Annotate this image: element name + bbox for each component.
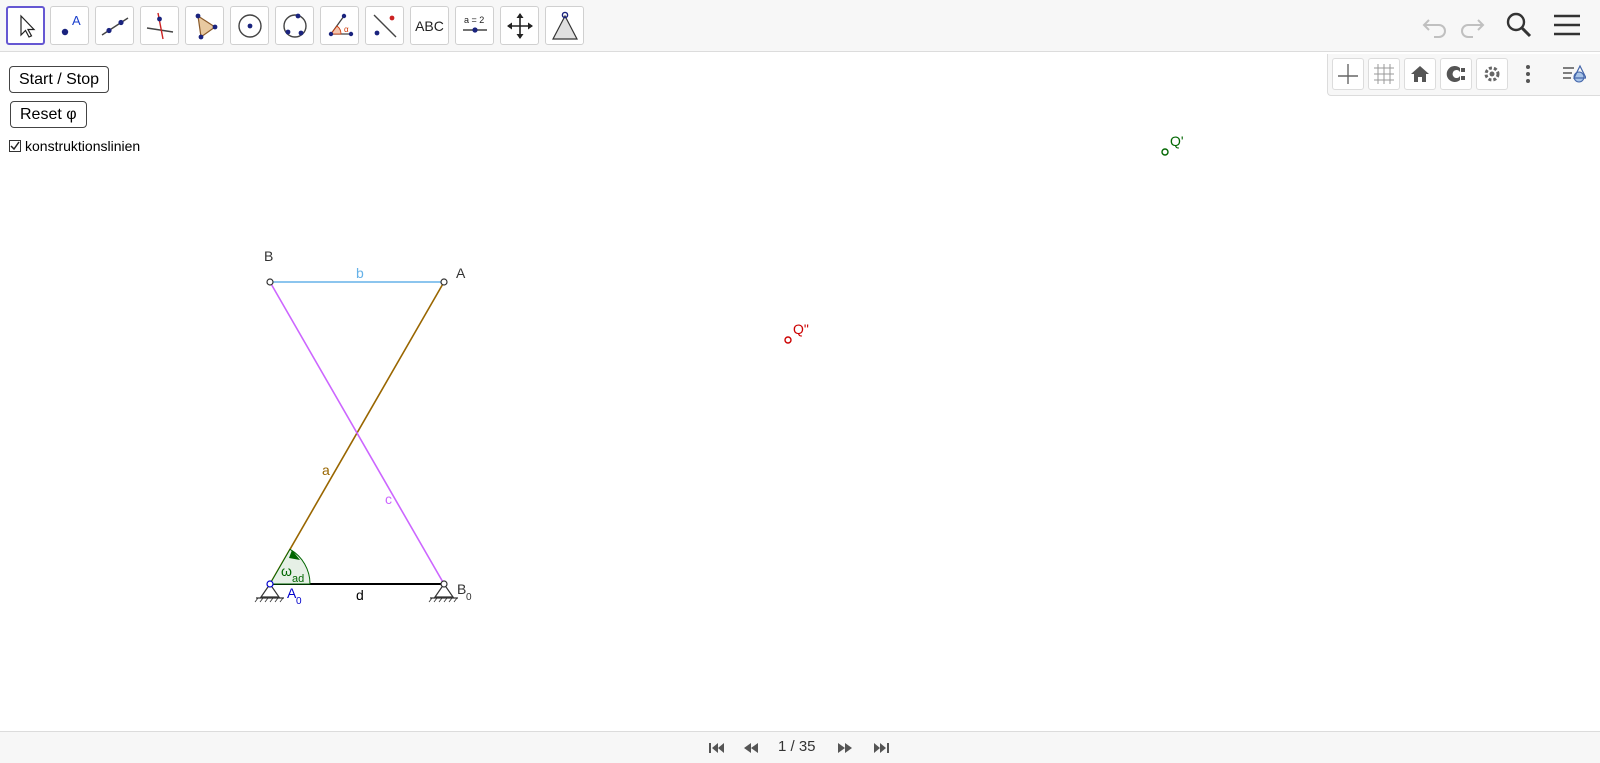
svg-text:A: A [72,13,81,28]
construction-navigation-bar: 1 / 35 [0,731,1600,763]
point-A0[interactable] [266,580,274,588]
home-icon [1411,66,1429,82]
perpendicular-line-tool[interactable] [140,6,179,45]
menu-icon [1554,14,1580,36]
reflect-about-line-icon [373,14,396,37]
toggle-axes-button[interactable] [1332,58,1364,90]
next-page-button[interactable] [832,738,858,758]
line-icon [101,16,128,36]
point-tool[interactable]: A [50,6,89,45]
label-B0-subscript: 0 [466,592,472,603]
undo-icon [1422,19,1446,38]
circle-through-3-points-tool[interactable] [275,6,314,45]
axes-toggle-icon [1338,64,1358,84]
last-page-button[interactable] [868,738,894,758]
search-icon [1506,12,1532,38]
move-cross-arrows-icon [506,12,533,39]
main-toolbar: A α ABC a = 2 [0,0,1600,52]
construction-lines-label: konstruktionslinien [25,138,141,154]
label-B: B [264,248,273,264]
style-bar-toggle-button[interactable] [1558,58,1590,90]
point-icon: A [61,13,81,35]
search-button[interactable] [1502,8,1536,42]
label-Q1: Q' [1170,133,1184,149]
circle-tool[interactable] [230,6,269,45]
circle-icon [237,13,262,38]
point-capturing-icon [1446,66,1465,82]
first-page-button[interactable] [704,738,730,758]
move-graphics-view-tool[interactable] [500,6,539,45]
label-c: c [385,491,392,507]
redo-button[interactable] [1455,8,1489,42]
angle-tool[interactable]: α [320,6,359,45]
svg-text:α: α [344,25,349,34]
start-stop-button[interactable]: Start / Stop [9,66,110,93]
point-B[interactable] [266,278,274,286]
more-options-button[interactable] [1512,58,1544,90]
more-options-icon [1526,65,1530,83]
point-B0[interactable] [440,580,448,588]
point-A[interactable] [440,278,448,286]
last-page-icon [874,743,889,753]
graphics-style-bar [1327,54,1600,96]
undo-button[interactable] [1418,8,1452,42]
label-omega: ω [281,563,292,579]
construction-lines-checkbox[interactable] [9,140,21,152]
cursor-arrow-icon [19,14,35,38]
previous-page-button[interactable] [738,738,764,758]
label-b: b [356,265,364,281]
custom-tool-triangle-icon [551,11,578,40]
point-capturing-button[interactable] [1440,58,1472,90]
move-tool[interactable] [6,6,45,45]
page-indicator: 1 / 35 [778,738,816,755]
standard-view-button[interactable] [1404,58,1436,90]
first-page-icon [709,743,724,753]
label-A: A [456,265,466,281]
label-a: a [322,462,330,478]
construction-lines-checkbox-row[interactable]: konstruktionslinien [9,138,140,154]
angle-icon: α [328,13,353,36]
text-tool[interactable]: ABC [410,6,449,45]
label-Q2: Q" [793,321,809,337]
slider-icon: a = 2 [462,15,487,33]
toggle-grid-button[interactable] [1368,58,1400,90]
polygon-icon [195,13,217,39]
circle-three-points-icon [282,13,307,38]
svg-text:a = 2: a = 2 [464,15,484,25]
previous-page-icon [744,743,758,753]
polygon-tool[interactable] [185,6,224,45]
custom-tool[interactable] [545,6,584,45]
reflect-tool[interactable] [365,6,404,45]
grid-toggle-icon [1374,64,1394,84]
line-tool[interactable] [95,6,134,45]
perpendicular-line-icon [146,12,173,39]
point-Q1[interactable] [1161,148,1169,156]
settings-icon [1484,66,1500,82]
slider-tool[interactable]: a = 2 [455,6,494,45]
text-tool-label: ABC [415,17,444,34]
redo-icon [1461,19,1485,38]
graphics-settings-button[interactable] [1476,58,1508,90]
label-B0: B [457,581,466,597]
reset-phi-button[interactable]: Reset φ [10,101,87,128]
graphics-view[interactable]: B A b a c d ω ad A 0 B 0 Q' Q" [0,52,1600,731]
label-A0-subscript: 0 [296,596,302,607]
point-Q2[interactable] [784,336,792,344]
checkmark-icon [10,141,20,151]
style-bar-toggle-icon [1563,64,1586,83]
label-d: d [356,587,364,603]
next-page-icon [838,743,852,753]
label-omega-subscript: ad [292,573,304,585]
main-menu-button[interactable] [1550,8,1584,42]
